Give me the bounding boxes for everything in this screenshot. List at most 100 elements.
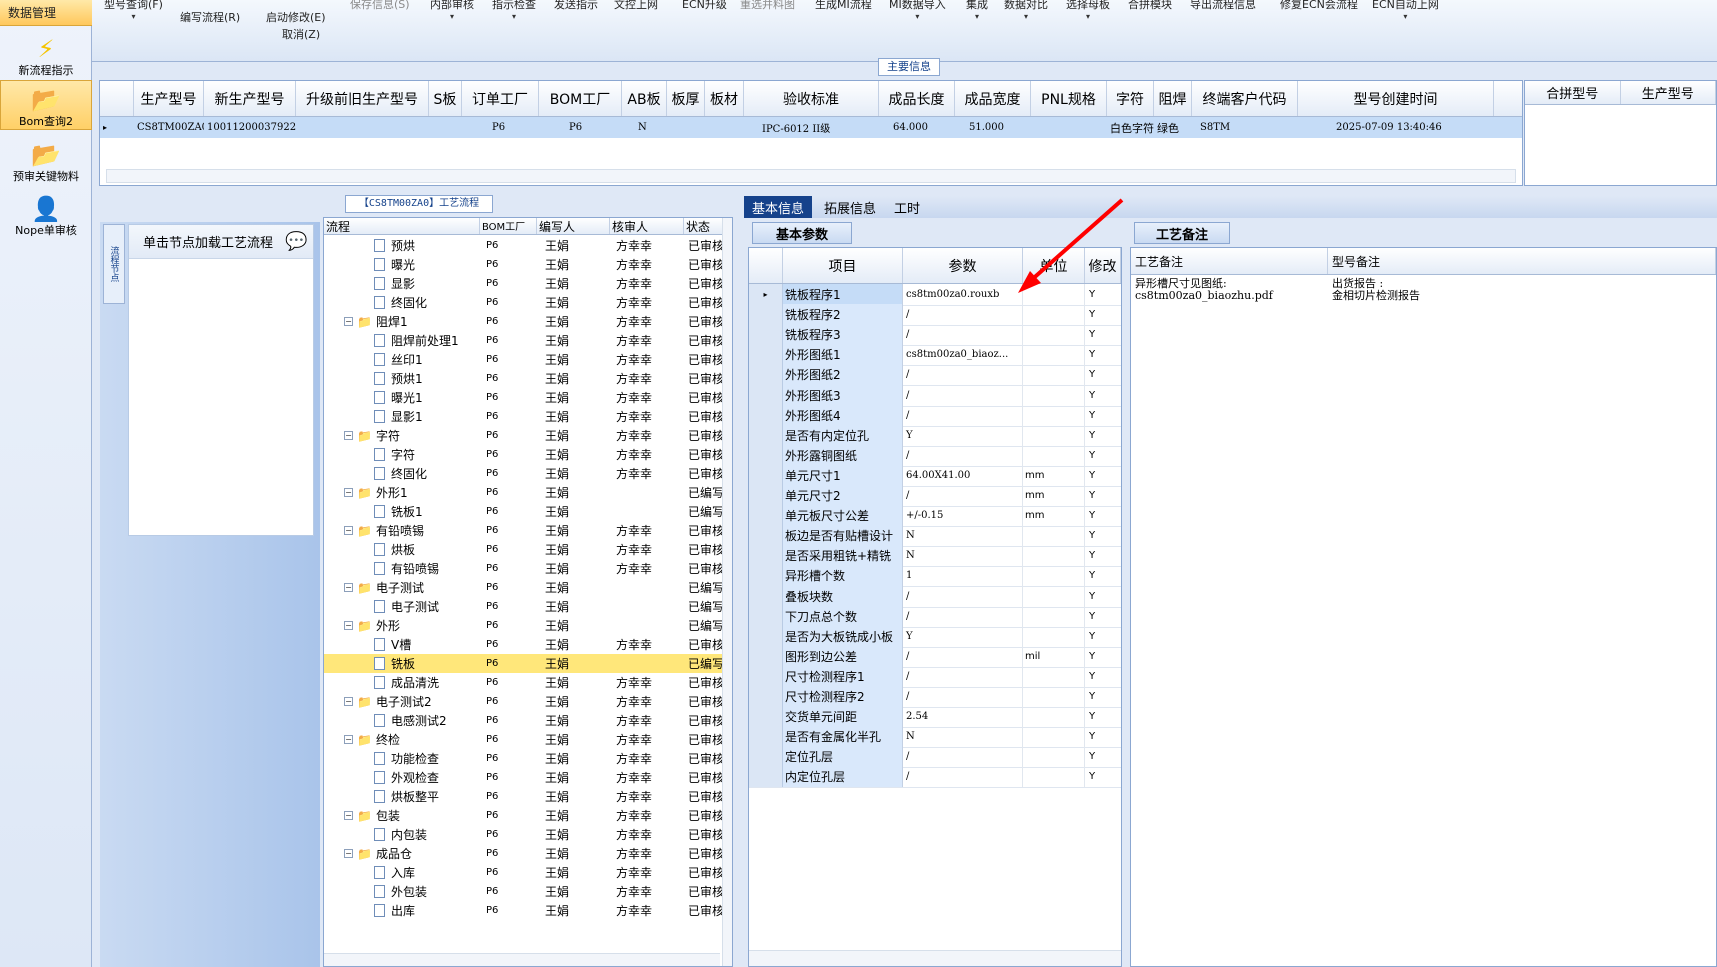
bom-factory-cell[interactable]: P6: [480, 525, 537, 536]
param-unit[interactable]: [1023, 525, 1085, 547]
tree-row[interactable]: − 📁 包装 P6 王娟 方幸幸 已审核: [324, 806, 724, 825]
status-cell[interactable]: 已审核: [684, 769, 724, 786]
bom-factory-cell[interactable]: P6: [480, 335, 537, 346]
writer-cell[interactable]: 王娟: [537, 541, 610, 558]
param-row[interactable]: 单元板尺寸公差 +/-0.15 mm Y: [749, 505, 1121, 528]
row-header[interactable]: [749, 746, 783, 768]
status-cell[interactable]: 已审核: [684, 522, 724, 539]
row-header[interactable]: [749, 726, 783, 748]
column-header[interactable]: 生产型号: [134, 81, 204, 116]
collapse-toggle-icon[interactable]: −: [344, 849, 353, 858]
collapse-toggle-icon[interactable]: −: [344, 317, 353, 326]
param-row[interactable]: 定位孔层 / Y: [749, 746, 1121, 769]
tree-node[interactable]: 电子测试: [324, 598, 480, 615]
tree-node[interactable]: 功能检查: [324, 750, 480, 767]
writer-cell[interactable]: 王娟: [537, 237, 610, 254]
param-modify[interactable]: Y: [1085, 364, 1121, 385]
toolbar-start-modify[interactable]: 启动修改(E): [266, 9, 326, 25]
tree-row[interactable]: 成品清洗 P6 王娟 方幸幸 已审核: [324, 673, 724, 692]
param-item[interactable]: 叠板块数: [783, 585, 903, 607]
reviewer-cell[interactable]: 方幸幸: [610, 731, 684, 748]
param-modify[interactable]: Y: [1085, 284, 1121, 305]
row-header[interactable]: [749, 485, 783, 506]
param-row[interactable]: 铣板程序3/ Y: [749, 324, 1121, 347]
bom-factory-cell[interactable]: P6: [480, 696, 537, 707]
reviewer-cell[interactable]: 方幸幸: [610, 313, 684, 330]
param-item[interactable]: 外形图纸2: [783, 364, 903, 386]
collapse-toggle-icon[interactable]: −: [344, 431, 353, 440]
param-item[interactable]: 外形图纸1: [783, 344, 903, 366]
tree-node[interactable]: 阻焊前处理1: [324, 332, 480, 349]
writer-cell[interactable]: 王娟: [537, 370, 610, 387]
status-cell[interactable]: 已审核: [684, 408, 724, 425]
param-row[interactable]: 外形图纸3/ Y: [749, 384, 1121, 407]
nav-item-bom-query[interactable]: 📂 Bom查询2: [0, 80, 92, 130]
writer-cell[interactable]: 王娟: [537, 389, 610, 406]
status-cell[interactable]: 已审核: [684, 427, 724, 444]
tree-row[interactable]: − 📁 外形1 P6 王娟 已编写: [324, 483, 724, 502]
writer-cell[interactable]: 王娟: [537, 408, 610, 425]
param-modify[interactable]: Y: [1085, 666, 1121, 687]
writer-cell[interactable]: 王娟: [537, 256, 610, 273]
param-unit[interactable]: mm: [1023, 485, 1085, 506]
tree-node[interactable]: − 📁 字符: [324, 427, 480, 444]
status-cell[interactable]: 已审核: [684, 389, 724, 406]
params-title[interactable]: 基本参数: [752, 222, 852, 244]
reviewer-cell[interactable]: 方幸幸: [610, 275, 684, 292]
param-item[interactable]: 外形图纸4: [783, 404, 903, 426]
param-item[interactable]: 铣板程序3: [783, 324, 903, 346]
row-header[interactable]: [749, 605, 783, 627]
horizontal-scrollbar[interactable]: [106, 169, 1516, 183]
tree-node[interactable]: 曝光: [324, 256, 480, 273]
toolbar-export-flow[interactable]: 导出流程信息: [1190, 0, 1256, 12]
param-unit[interactable]: [1023, 344, 1085, 366]
bom-factory-cell[interactable]: P6: [480, 734, 537, 745]
param-unit[interactable]: [1023, 686, 1085, 707]
param-value[interactable]: /: [903, 324, 1023, 346]
writer-cell[interactable]: 王娟: [537, 617, 610, 634]
param-value[interactable]: /: [903, 404, 1023, 426]
param-value[interactable]: /: [903, 585, 1023, 607]
bom-factory-cell[interactable]: P6: [480, 829, 537, 840]
bom-factory-cell[interactable]: P6: [480, 867, 537, 878]
param-unit[interactable]: [1023, 605, 1085, 627]
tree-row[interactable]: 烘板整平 P6 王娟 方幸幸 已审核: [324, 787, 724, 806]
row-header[interactable]: [749, 304, 783, 326]
param-modify[interactable]: Y: [1085, 545, 1121, 566]
param-item[interactable]: 是否采用粗铣+精铣: [783, 545, 903, 567]
toolbar-data-compare[interactable]: 数据对比 ▾: [1004, 0, 1048, 21]
column-header[interactable]: 成品长度: [879, 81, 955, 116]
param-unit[interactable]: [1023, 665, 1085, 687]
reviewer-cell[interactable]: 方幸幸: [610, 845, 684, 862]
param-value[interactable]: N: [903, 545, 1023, 567]
param-unit[interactable]: [1023, 384, 1085, 406]
toolbar-write-flow[interactable]: 编写流程(R): [180, 9, 240, 25]
collapse-toggle-icon[interactable]: −: [344, 735, 353, 744]
reviewer-cell[interactable]: 方幸幸: [610, 351, 684, 368]
param-value[interactable]: Y: [903, 424, 1023, 446]
status-cell[interactable]: 已审核: [684, 256, 724, 273]
nav-item-nope-review[interactable]: 👤 Nope单审核: [0, 188, 92, 238]
param-row[interactable]: ▸ 铣板程序1 cs8tm00za0.rouxb Y: [749, 284, 1121, 306]
param-row[interactable]: 板边是否有贴槽设计 N Y: [749, 525, 1121, 548]
tree-node[interactable]: 字符: [324, 446, 480, 463]
table-row[interactable]: ▸ CS8TM00ZA0 10011200037922 P6 P6 N IPC-…: [100, 117, 1522, 138]
row-header[interactable]: [749, 625, 783, 647]
bom-factory-cell[interactable]: P6: [480, 240, 537, 251]
reviewer-cell[interactable]: 方幸幸: [610, 769, 684, 786]
row-header[interactable]: [749, 384, 783, 406]
param-unit[interactable]: [1023, 284, 1085, 305]
param-item[interactable]: 下刀点总个数: [783, 605, 903, 627]
writer-cell[interactable]: 王娟: [537, 902, 610, 919]
param-item[interactable]: 异形槽个数: [783, 565, 903, 587]
toolbar-merge-module[interactable]: 合拼模块: [1128, 0, 1172, 12]
param-row[interactable]: 是否为大板铣成小板 Y Y: [749, 625, 1121, 648]
tree-node[interactable]: − 📁 外形1: [324, 484, 480, 501]
status-cell[interactable]: 已审核: [684, 275, 724, 292]
reviewer-cell[interactable]: 方幸幸: [610, 693, 684, 710]
tree-row[interactable]: 内包装 P6 王娟 方幸幸 已审核: [324, 825, 724, 844]
status-cell[interactable]: 已编写: [684, 503, 724, 520]
status-cell[interactable]: 已审核: [684, 864, 724, 881]
param-unit[interactable]: mil: [1023, 645, 1085, 667]
reviewer-cell[interactable]: 方幸幸: [610, 788, 684, 805]
